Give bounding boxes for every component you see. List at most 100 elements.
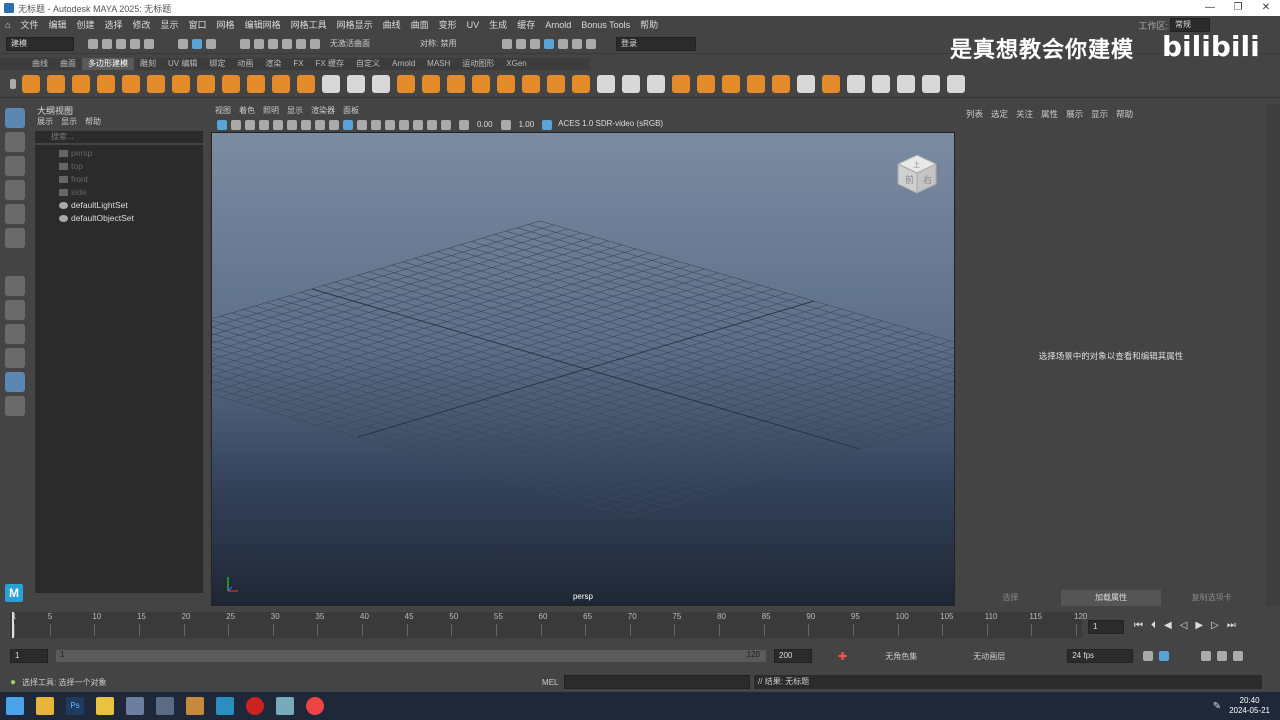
live-surface-label[interactable]: 无激活曲面: [330, 38, 410, 49]
poly-sphere-icon[interactable]: [21, 74, 40, 93]
cache-playback-icon[interactable]: [1159, 651, 1170, 661]
rotate-tool-icon[interactable]: [5, 204, 25, 224]
outliner-item-persp[interactable]: persp: [35, 147, 203, 160]
restore-button[interactable]: ❐: [1224, 0, 1252, 16]
wedge-icon[interactable]: [721, 74, 740, 93]
vp-menu-view[interactable]: 视图: [211, 104, 235, 117]
fps-dropdown[interactable]: 24 fps: [1067, 649, 1134, 663]
bookmark-icon[interactable]: [245, 119, 255, 130]
shadows-icon[interactable]: [385, 119, 395, 130]
target-weld-icon[interactable]: [871, 74, 890, 93]
attr-select-button[interactable]: 选择: [960, 590, 1061, 606]
last-tool-icon[interactable]: [5, 276, 25, 296]
extract-icon[interactable]: [471, 74, 490, 93]
settings-icon[interactable]: [1233, 651, 1244, 661]
bridge-icon[interactable]: [596, 74, 615, 93]
close-button[interactable]: ✕: [1252, 0, 1280, 16]
snap-vertex-icon[interactable]: [310, 38, 320, 49]
shelf-tab-uv-editing[interactable]: UV 编辑: [162, 58, 203, 70]
shelf-options-icon[interactable]: [10, 78, 16, 89]
go-to-end-icon[interactable]: ⏭: [1227, 620, 1236, 631]
step-back-key-icon[interactable]: ⏴: [1151, 620, 1156, 631]
shelf-tab-rendering[interactable]: 渲染: [259, 58, 287, 70]
shelf-tab-sculpting[interactable]: 雕刻: [134, 58, 162, 70]
vp-menu-show[interactable]: 显示: [283, 104, 307, 117]
poly-disc-icon[interactable]: [171, 74, 190, 93]
outliner-item-side[interactable]: side: [35, 186, 203, 199]
camera-select-icon[interactable]: [217, 119, 227, 130]
menu-set-dropdown[interactable]: 建模: [6, 36, 74, 51]
play-forward-icon[interactable]: ▶: [1195, 620, 1203, 631]
extrude-icon[interactable]: [621, 74, 640, 93]
monitor-app-icon[interactable]: [156, 697, 174, 715]
menu-file[interactable]: 文件: [15, 16, 43, 34]
menu-windows[interactable]: 窗口: [184, 16, 212, 34]
type-text-icon[interactable]: [271, 74, 290, 93]
shelf-tab-surfaces[interactable]: 曲面: [54, 58, 82, 70]
menu-mesh[interactable]: 网格: [212, 16, 240, 34]
safe-action-icon[interactable]: [315, 119, 325, 130]
menu-edit-mesh[interactable]: 编辑网格: [240, 16, 286, 34]
lasso-tool-icon[interactable]: [5, 132, 25, 152]
attr-load-attributes-button[interactable]: 加载属性: [1060, 590, 1162, 606]
start-time-field[interactable]: 1: [10, 649, 48, 663]
separate-icon[interactable]: [371, 74, 390, 93]
attr-menu-focus[interactable]: 关注: [1012, 104, 1037, 124]
append-polygon-icon[interactable]: [671, 74, 690, 93]
attr-menu-attributes[interactable]: 属性: [1037, 104, 1062, 124]
outliner-menu-display[interactable]: 显示: [57, 116, 81, 127]
end-time-field[interactable]: 200: [774, 649, 812, 663]
collapse-icon[interactable]: [771, 74, 790, 93]
notes-app-icon[interactable]: [96, 697, 114, 715]
outliner-menu-help[interactable]: 帮助: [81, 116, 105, 127]
poly-plane-icon[interactable]: [146, 74, 165, 93]
windows-start-icon[interactable]: [6, 697, 24, 715]
ambient-occlusion-icon[interactable]: [399, 119, 409, 130]
vp-menu-panels[interactable]: 面板: [339, 104, 363, 117]
svg-icon[interactable]: [296, 74, 315, 93]
anim-prefs-icon[interactable]: [1217, 651, 1228, 661]
menu-curves[interactable]: 曲线: [378, 16, 406, 34]
new-scene-icon[interactable]: [88, 38, 98, 49]
attr-menu-help[interactable]: 帮助: [1112, 104, 1137, 124]
colorspace-dropdown[interactable]: ACES 1.0 SDR-video (sRGB): [554, 117, 713, 132]
play-backward-icon[interactable]: ◁: [1180, 620, 1188, 631]
menu-create[interactable]: 创建: [71, 16, 99, 34]
outliner-item-top[interactable]: top: [35, 160, 203, 173]
attr-menu-list[interactable]: 列表: [962, 104, 987, 124]
select-tool-icon[interactable]: [5, 108, 25, 128]
resolution-gate-icon[interactable]: [301, 119, 311, 130]
view-cube[interactable]: 前 右 上: [896, 153, 938, 195]
attr-menu-selected[interactable]: 选定: [987, 104, 1012, 124]
side-tab-strip[interactable]: [1266, 104, 1280, 606]
outliner-search-input[interactable]: 搜索...: [35, 131, 203, 143]
menu-mesh-tools[interactable]: 网格工具: [286, 16, 332, 34]
menu-display[interactable]: 显示: [156, 16, 184, 34]
snap-view-icon[interactable]: [282, 38, 292, 49]
grid-toggle-icon[interactable]: [273, 119, 283, 130]
retopo-icon[interactable]: [571, 74, 590, 93]
film-gate-icon[interactable]: [287, 119, 297, 130]
menu-arnold[interactable]: Arnold: [540, 16, 576, 34]
shelf-tab-animation[interactable]: 动画: [231, 58, 259, 70]
snap-point-icon[interactable]: [268, 38, 278, 49]
poly-cube-icon[interactable]: [46, 74, 65, 93]
menu-deform[interactable]: 变形: [434, 16, 462, 34]
menu-edit[interactable]: 编辑: [43, 16, 71, 34]
menu-modify[interactable]: 修改: [128, 16, 156, 34]
render-frame-icon[interactable]: [516, 38, 526, 49]
snap-surface-icon[interactable]: [296, 38, 306, 49]
shelf-tab-custom[interactable]: 自定义: [350, 58, 386, 70]
save-scene-icon[interactable]: [116, 38, 126, 49]
undo-icon[interactable]: [130, 38, 140, 49]
pause-icon[interactable]: [586, 38, 596, 49]
recorder-icon[interactable]: [246, 697, 264, 715]
menu-help[interactable]: 帮助: [635, 16, 663, 34]
shelf-tab-rigging[interactable]: 绑定: [203, 58, 231, 70]
vp-menu-renderer[interactable]: 渲染器: [307, 104, 339, 117]
vp-menu-lighting[interactable]: 照明: [259, 104, 283, 117]
shelf-tab-fx-caching[interactable]: FX 缓存: [310, 58, 350, 70]
reduce-icon[interactable]: [521, 74, 540, 93]
command-input[interactable]: [564, 675, 751, 689]
menu-cache[interactable]: 缓存: [512, 16, 540, 34]
